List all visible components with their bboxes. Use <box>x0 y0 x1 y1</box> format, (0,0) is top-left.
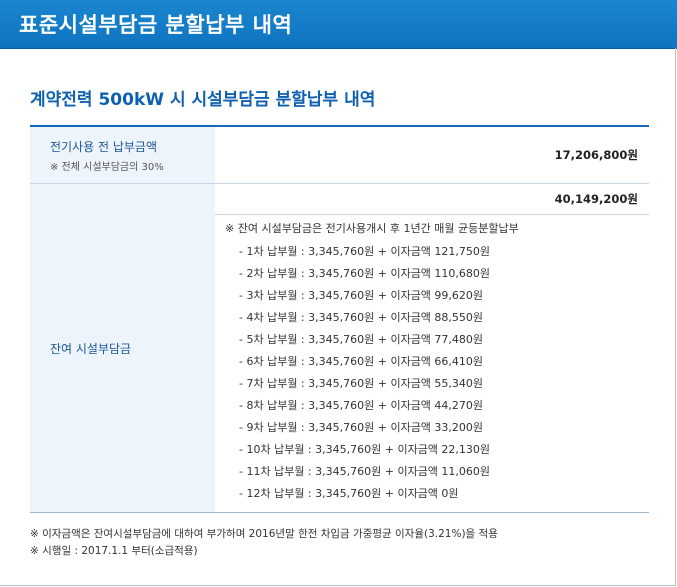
row-label: 잔여 시설부담금 <box>50 341 132 356</box>
installment-note: ※ 잔여 시설부담금은 전기사용개시 후 1년간 매월 균등분할납부 <box>225 222 519 235</box>
installment-line: - 5차 납부월 : 3,345,760원 + 이자금액 77,480원 <box>239 333 484 346</box>
installment-line: - 3차 납부월 : 3,345,760원 + 이자금액 99,620원 <box>239 289 484 302</box>
installment-line: - 8차 납부월 : 3,345,760원 + 이자금액 44,270원 <box>239 399 484 412</box>
page-title: 표준시설부담금 분할납부 내역 <box>19 13 293 37</box>
row-header: 잔여 시설부담금 <box>30 184 215 512</box>
table-row: 전기사용 전 납부금액 ※ 전체 시설부담금의 30% 17,206,800원 <box>30 127 649 184</box>
remaining-cell: 40,149,200원 ※ 잔여 시설부담금은 전기사용개시 후 1년간 매월 … <box>215 184 649 512</box>
installment-line: - 11차 납부월 : 3,345,760원 + 이자금액 11,060원 <box>239 465 491 478</box>
installment-line: - 9차 납부월 : 3,345,760원 + 이자금액 33,200원 <box>239 421 484 434</box>
row-note: ※ 전체 시설부담금의 30% <box>50 161 164 173</box>
installment-line: - 7차 납부월 : 3,345,760원 + 이자금액 55,340원 <box>239 377 484 390</box>
table-row: 잔여 시설부담금 40,149,200원 ※ 잔여 시설부담금은 전기사용개시 … <box>30 184 649 512</box>
interest-footnote: ※ 이자금액은 잔여시설부담금에 대하여 부가하며 2016년말 한전 차입금 … <box>30 528 498 540</box>
installment-line: - 4차 납부월 : 3,345,760원 + 이자금액 88,550원 <box>239 311 484 324</box>
section-subtitle: 계약전력 500kW 시 시설부담금 분할납부 내역 <box>30 90 376 110</box>
installment-line: - 2차 납부월 : 3,345,760원 + 이자금액 110,680원 <box>239 267 491 280</box>
row-label: 전기사용 전 납부금액 <box>50 139 157 154</box>
footnotes: ※ 이자금액은 잔여시설부담금에 대하여 부가하며 2016년말 한전 차입금 … <box>30 526 498 560</box>
title-banner: 표준시설부담금 분할납부 내역 <box>0 0 677 49</box>
installment-line: - 12차 납부월 : 3,345,760원 + 이자금액 0원 <box>239 487 459 500</box>
prepayment-amount: 17,206,800원 <box>554 148 638 162</box>
row-header: 전기사용 전 납부금액 ※ 전체 시설부담금의 30% <box>30 127 215 183</box>
installment-line: - 1차 납부월 : 3,345,760원 + 이자금액 121,750원 <box>239 245 491 258</box>
remaining-amount: 40,149,200원 <box>215 184 649 215</box>
effective-date-footnote: ※ 시행일 : 2017.1.1 부터(소급적용) <box>30 545 198 557</box>
installment-table: 전기사용 전 납부금액 ※ 전체 시설부담금의 30% 17,206,800원 … <box>30 125 649 513</box>
installment-line: - 6차 납부월 : 3,345,760원 + 이자금액 66,410원 <box>239 355 484 368</box>
installment-line: - 10차 납부월 : 3,345,760원 + 이자금액 22,130원 <box>239 443 491 456</box>
installment-description: ※ 잔여 시설부담금은 전기사용개시 후 1년간 매월 균등분할납부 - 1차 … <box>215 215 649 512</box>
